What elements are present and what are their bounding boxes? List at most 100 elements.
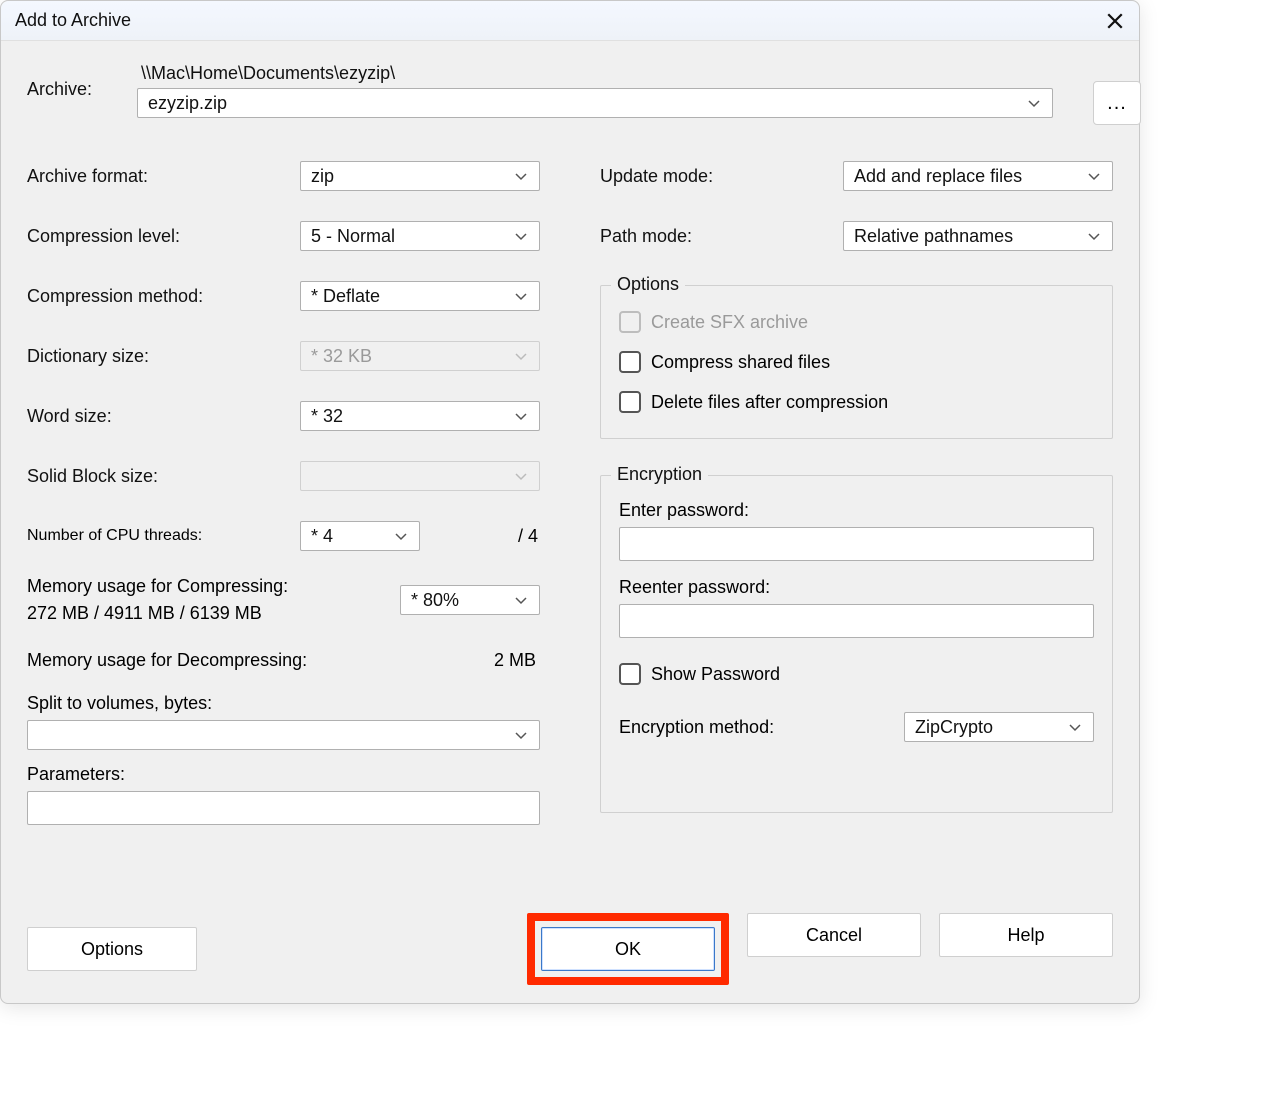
encryption-method-select[interactable]: ZipCrypto (904, 712, 1094, 742)
chevron-down-icon (1067, 719, 1083, 735)
row-enter-password: Enter password: (619, 500, 1094, 561)
add-to-archive-dialog: Add to Archive Archive: \\Mac\Home\Docum… (0, 0, 1140, 1004)
update-mode-select[interactable]: Add and replace files (843, 161, 1113, 191)
mem-compress-value: * 80% (411, 586, 459, 614)
compression-method-value: * Deflate (311, 282, 380, 310)
row-reenter-password: Reenter password: (619, 577, 1094, 638)
path-mode-label: Path mode: (600, 226, 823, 247)
row-create-sfx: Create SFX archive (619, 302, 1094, 342)
cpu-threads-value: * 4 (311, 522, 333, 550)
cpu-threads-total: / 4 (450, 526, 540, 547)
cpu-threads-select[interactable]: * 4 (300, 521, 420, 551)
solid-block-label: Solid Block size: (27, 466, 270, 487)
row-split-volumes: Split to volumes, bytes: (27, 693, 540, 750)
compress-shared-checkbox[interactable] (619, 351, 641, 373)
chevron-down-icon (1026, 95, 1042, 111)
chevron-down-icon (513, 408, 529, 424)
chevron-down-icon (513, 727, 529, 743)
row-compression-level: Compression level: 5 - Normal (27, 213, 540, 259)
parameters-label: Parameters: (27, 764, 540, 785)
archive-row: Archive: \\Mac\Home\Documents\ezyzip\ ez… (27, 63, 1113, 125)
enter-password-input[interactable] (619, 527, 1094, 561)
chevron-down-icon (513, 592, 529, 608)
options-group-title: Options (611, 274, 685, 295)
archive-filename-select[interactable]: ezyzip.zip (137, 88, 1053, 118)
row-dictionary-size: Dictionary size: * 32 KB (27, 333, 540, 379)
encryption-group-title: Encryption (611, 464, 708, 485)
dictionary-size-label: Dictionary size: (27, 346, 270, 367)
parameters-input[interactable] (27, 791, 540, 825)
create-sfx-checkbox (619, 311, 641, 333)
compression-level-label: Compression level: (27, 226, 270, 247)
reenter-password-input[interactable] (619, 604, 1094, 638)
delete-after-checkbox[interactable] (619, 391, 641, 413)
mem-compress-detail: 272 MB / 4911 MB / 6139 MB (27, 600, 400, 627)
mem-compress-select[interactable]: * 80% (400, 585, 540, 615)
help-button[interactable]: Help (939, 913, 1113, 957)
window: Add to Archive Archive: \\Mac\Home\Docum… (0, 0, 1288, 1104)
row-parameters: Parameters: (27, 764, 540, 825)
ok-button[interactable]: OK (541, 927, 715, 971)
left-column: Archive format: zip Compression level: 5… (27, 153, 540, 825)
close-button[interactable] (1101, 7, 1129, 35)
update-mode-value: Add and replace files (854, 162, 1022, 190)
compression-method-select[interactable]: * Deflate (300, 281, 540, 311)
row-word-size: Word size: * 32 (27, 393, 540, 439)
chevron-down-icon (513, 168, 529, 184)
show-password-label: Show Password (651, 664, 780, 685)
options-button[interactable]: Options (27, 927, 197, 971)
create-sfx-label: Create SFX archive (651, 312, 808, 333)
compression-level-value: 5 - Normal (311, 222, 395, 250)
cancel-button[interactable]: Cancel (747, 913, 921, 957)
chevron-down-icon (513, 468, 529, 484)
path-mode-value: Relative pathnames (854, 222, 1013, 250)
row-archive-format: Archive format: zip (27, 153, 540, 199)
reenter-password-label: Reenter password: (619, 577, 1094, 598)
mem-decompress-value: 2 MB (400, 650, 540, 671)
chevron-down-icon (513, 228, 529, 244)
archive-folder-path: \\Mac\Home\Documents\ezyzip\ (137, 63, 1053, 84)
update-mode-label: Update mode: (600, 166, 823, 187)
mem-compress-text: Memory usage for Compressing: 272 MB / 4… (27, 573, 400, 627)
footer-right: OK Cancel Help (527, 913, 1113, 985)
close-icon (1106, 12, 1124, 30)
chevron-down-icon (1086, 168, 1102, 184)
chevron-down-icon (513, 348, 529, 364)
chevron-down-icon (393, 528, 409, 544)
row-show-password: Show Password (619, 654, 1094, 694)
browse-button[interactable]: ... (1093, 81, 1141, 125)
archive-format-value: zip (311, 162, 334, 190)
options-group: Options Create SFX archive Compress shar… (600, 285, 1113, 439)
row-mem-compress: Memory usage for Compressing: 272 MB / 4… (27, 573, 540, 627)
split-volumes-select[interactable] (27, 720, 540, 750)
columns: Archive format: zip Compression level: 5… (27, 153, 1113, 825)
show-password-checkbox[interactable] (619, 663, 641, 685)
word-size-label: Word size: (27, 406, 270, 427)
row-path-mode: Path mode: Relative pathnames (600, 213, 1113, 259)
row-cpu-threads: Number of CPU threads: * 4 / 4 (27, 513, 540, 559)
archive-format-label: Archive format: (27, 166, 270, 187)
ok-highlight: OK (527, 913, 729, 985)
row-encryption-method: Encryption method: ZipCrypto (619, 712, 1094, 742)
mem-decompress-label: Memory usage for Decompressing: (27, 650, 400, 671)
mem-compress-label: Memory usage for Compressing: (27, 573, 400, 600)
row-solid-block: Solid Block size: (27, 453, 540, 499)
encryption-method-value: ZipCrypto (915, 713, 993, 741)
titlebar: Add to Archive (1, 1, 1139, 41)
row-delete-after: Delete files after compression (619, 382, 1094, 422)
word-size-select[interactable]: * 32 (300, 401, 540, 431)
compression-level-select[interactable]: 5 - Normal (300, 221, 540, 251)
encryption-method-label: Encryption method: (619, 717, 884, 738)
dictionary-size-select: * 32 KB (300, 341, 540, 371)
archive-format-select[interactable]: zip (300, 161, 540, 191)
row-mem-decompress: Memory usage for Decompressing: 2 MB (27, 637, 540, 683)
dictionary-size-value: * 32 KB (311, 342, 372, 370)
chevron-down-icon (1086, 228, 1102, 244)
right-column: Update mode: Add and replace files Path … (600, 153, 1113, 825)
enter-password-label: Enter password: (619, 500, 1094, 521)
path-mode-select[interactable]: Relative pathnames (843, 221, 1113, 251)
compress-shared-label: Compress shared files (651, 352, 830, 373)
archive-path-col: \\Mac\Home\Documents\ezyzip\ ezyzip.zip (137, 63, 1053, 118)
delete-after-label: Delete files after compression (651, 392, 888, 413)
dialog-title: Add to Archive (15, 10, 131, 31)
